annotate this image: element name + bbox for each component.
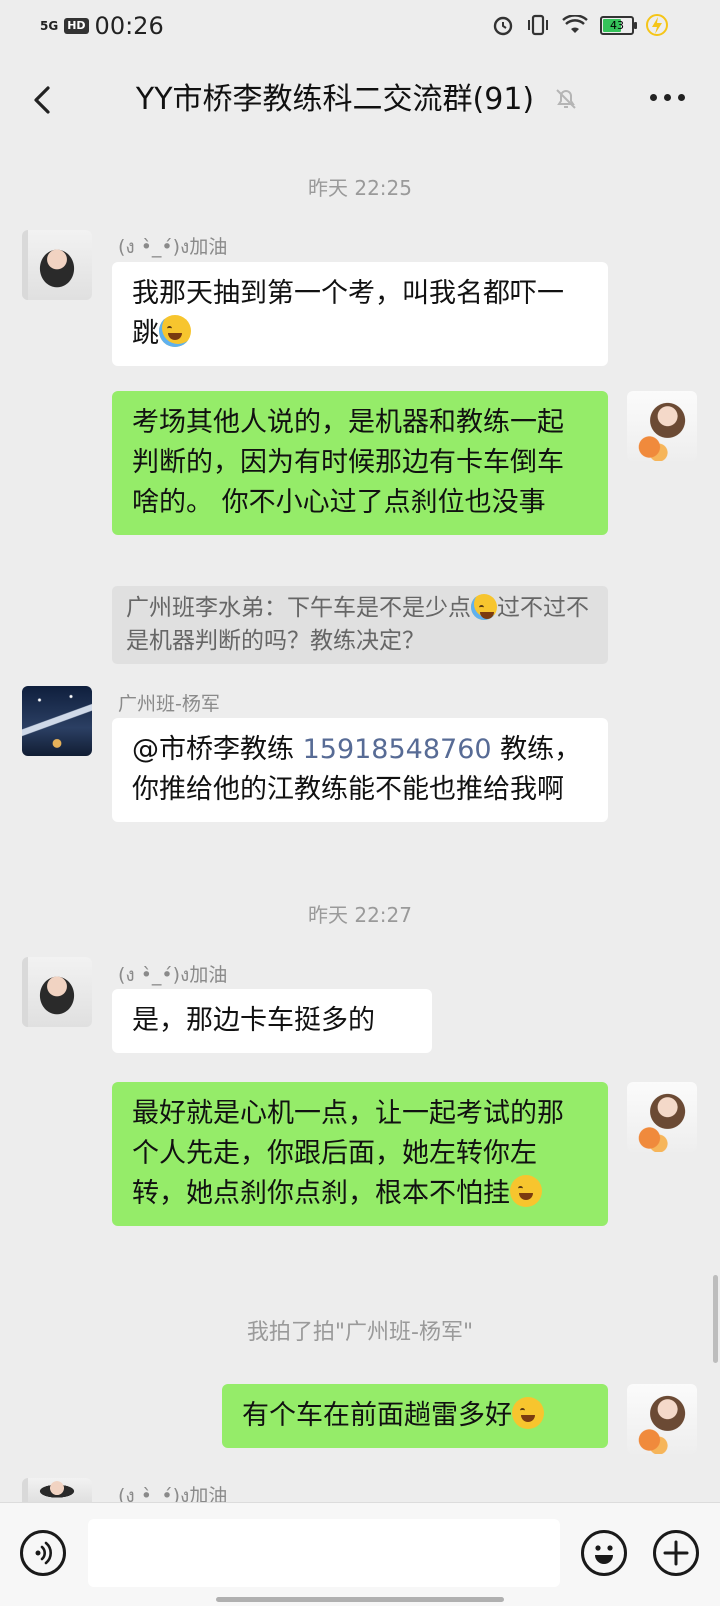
hd-badge: HD	[64, 18, 89, 34]
sender-name: (ง •̀_•́)ง加油	[118, 964, 228, 986]
scrollbar[interactable]	[713, 1275, 718, 1363]
voice-icon[interactable]	[20, 1530, 66, 1576]
avatar[interactable]	[22, 230, 92, 300]
message-bubble[interactable]: 我那天抽到第一个考，叫我名都吓一跳	[112, 262, 608, 366]
message-input[interactable]	[88, 1519, 560, 1587]
clock: 00:26	[94, 12, 164, 40]
input-bar	[0, 1502, 720, 1606]
wifi-icon	[562, 15, 588, 33]
sender-name: (ง •̀_•́)ง加油	[118, 236, 228, 258]
avatar[interactable]	[22, 686, 92, 756]
message-bubble[interactable]: @市桥李教练 15918548760 教练，你推给他的江教练能不能也推给我啊	[112, 718, 608, 822]
chat-header: YY市桥李教练科二交流群(91)	[0, 56, 720, 144]
message-bubble[interactable]: 考场其他人说的，是机器和教练一起判断的，因为有时候那边有卡车倒车啥的。 你不小心…	[112, 391, 608, 535]
emoji-icon[interactable]	[581, 1530, 627, 1576]
sender-name: 广州班-杨军	[118, 693, 220, 715]
my-avatar[interactable]	[627, 391, 697, 461]
system-message: 我拍了拍"广州班-杨军"	[246, 1320, 474, 1345]
avatar[interactable]	[22, 957, 92, 1027]
home-indicator[interactable]	[216, 1597, 504, 1602]
tears-of-joy-emoji-icon	[510, 1175, 542, 1207]
my-avatar[interactable]	[627, 1082, 697, 1152]
crying-laugh-emoji-icon	[471, 594, 497, 620]
network-label: 5G	[40, 19, 59, 33]
quoted-message[interactable]: 广州班李水弟：下午车是不是少点 过不过不是机器判断的吗？教练决定？	[112, 586, 608, 664]
more-dots-icon[interactable]	[650, 94, 685, 101]
charging-icon	[646, 14, 668, 36]
plus-icon[interactable]	[653, 1530, 699, 1576]
message-bubble[interactable]: 是，那边卡车挺多的	[112, 989, 432, 1053]
tears-of-joy-emoji-icon	[512, 1397, 544, 1429]
timestamp: 昨天 22:27	[308, 903, 412, 927]
bell-off-icon	[556, 89, 576, 109]
crying-laugh-emoji-icon	[159, 315, 191, 347]
chat-title: YY市桥李教练科二交流群(91)	[135, 82, 535, 117]
message-bubble[interactable]: 最好就是心机一点，让一起考试的那个人先走，你跟后面，她左转你左转，她点刹你点刹，…	[112, 1082, 608, 1226]
my-avatar[interactable]	[627, 1384, 697, 1454]
timestamp: 昨天 22:25	[308, 176, 412, 200]
alarm-icon	[493, 16, 513, 36]
phone-link[interactable]: 15918548760	[303, 734, 492, 765]
battery-icon: 43	[600, 15, 637, 35]
avatar[interactable]	[22, 1478, 92, 1502]
vibrate-icon	[528, 14, 548, 36]
chevron-left-icon[interactable]	[22, 80, 62, 120]
message-bubble[interactable]: 有个车在前面趟雷多好	[222, 1384, 608, 1448]
status-bar: 5G HD 00:26 43	[0, 0, 720, 56]
